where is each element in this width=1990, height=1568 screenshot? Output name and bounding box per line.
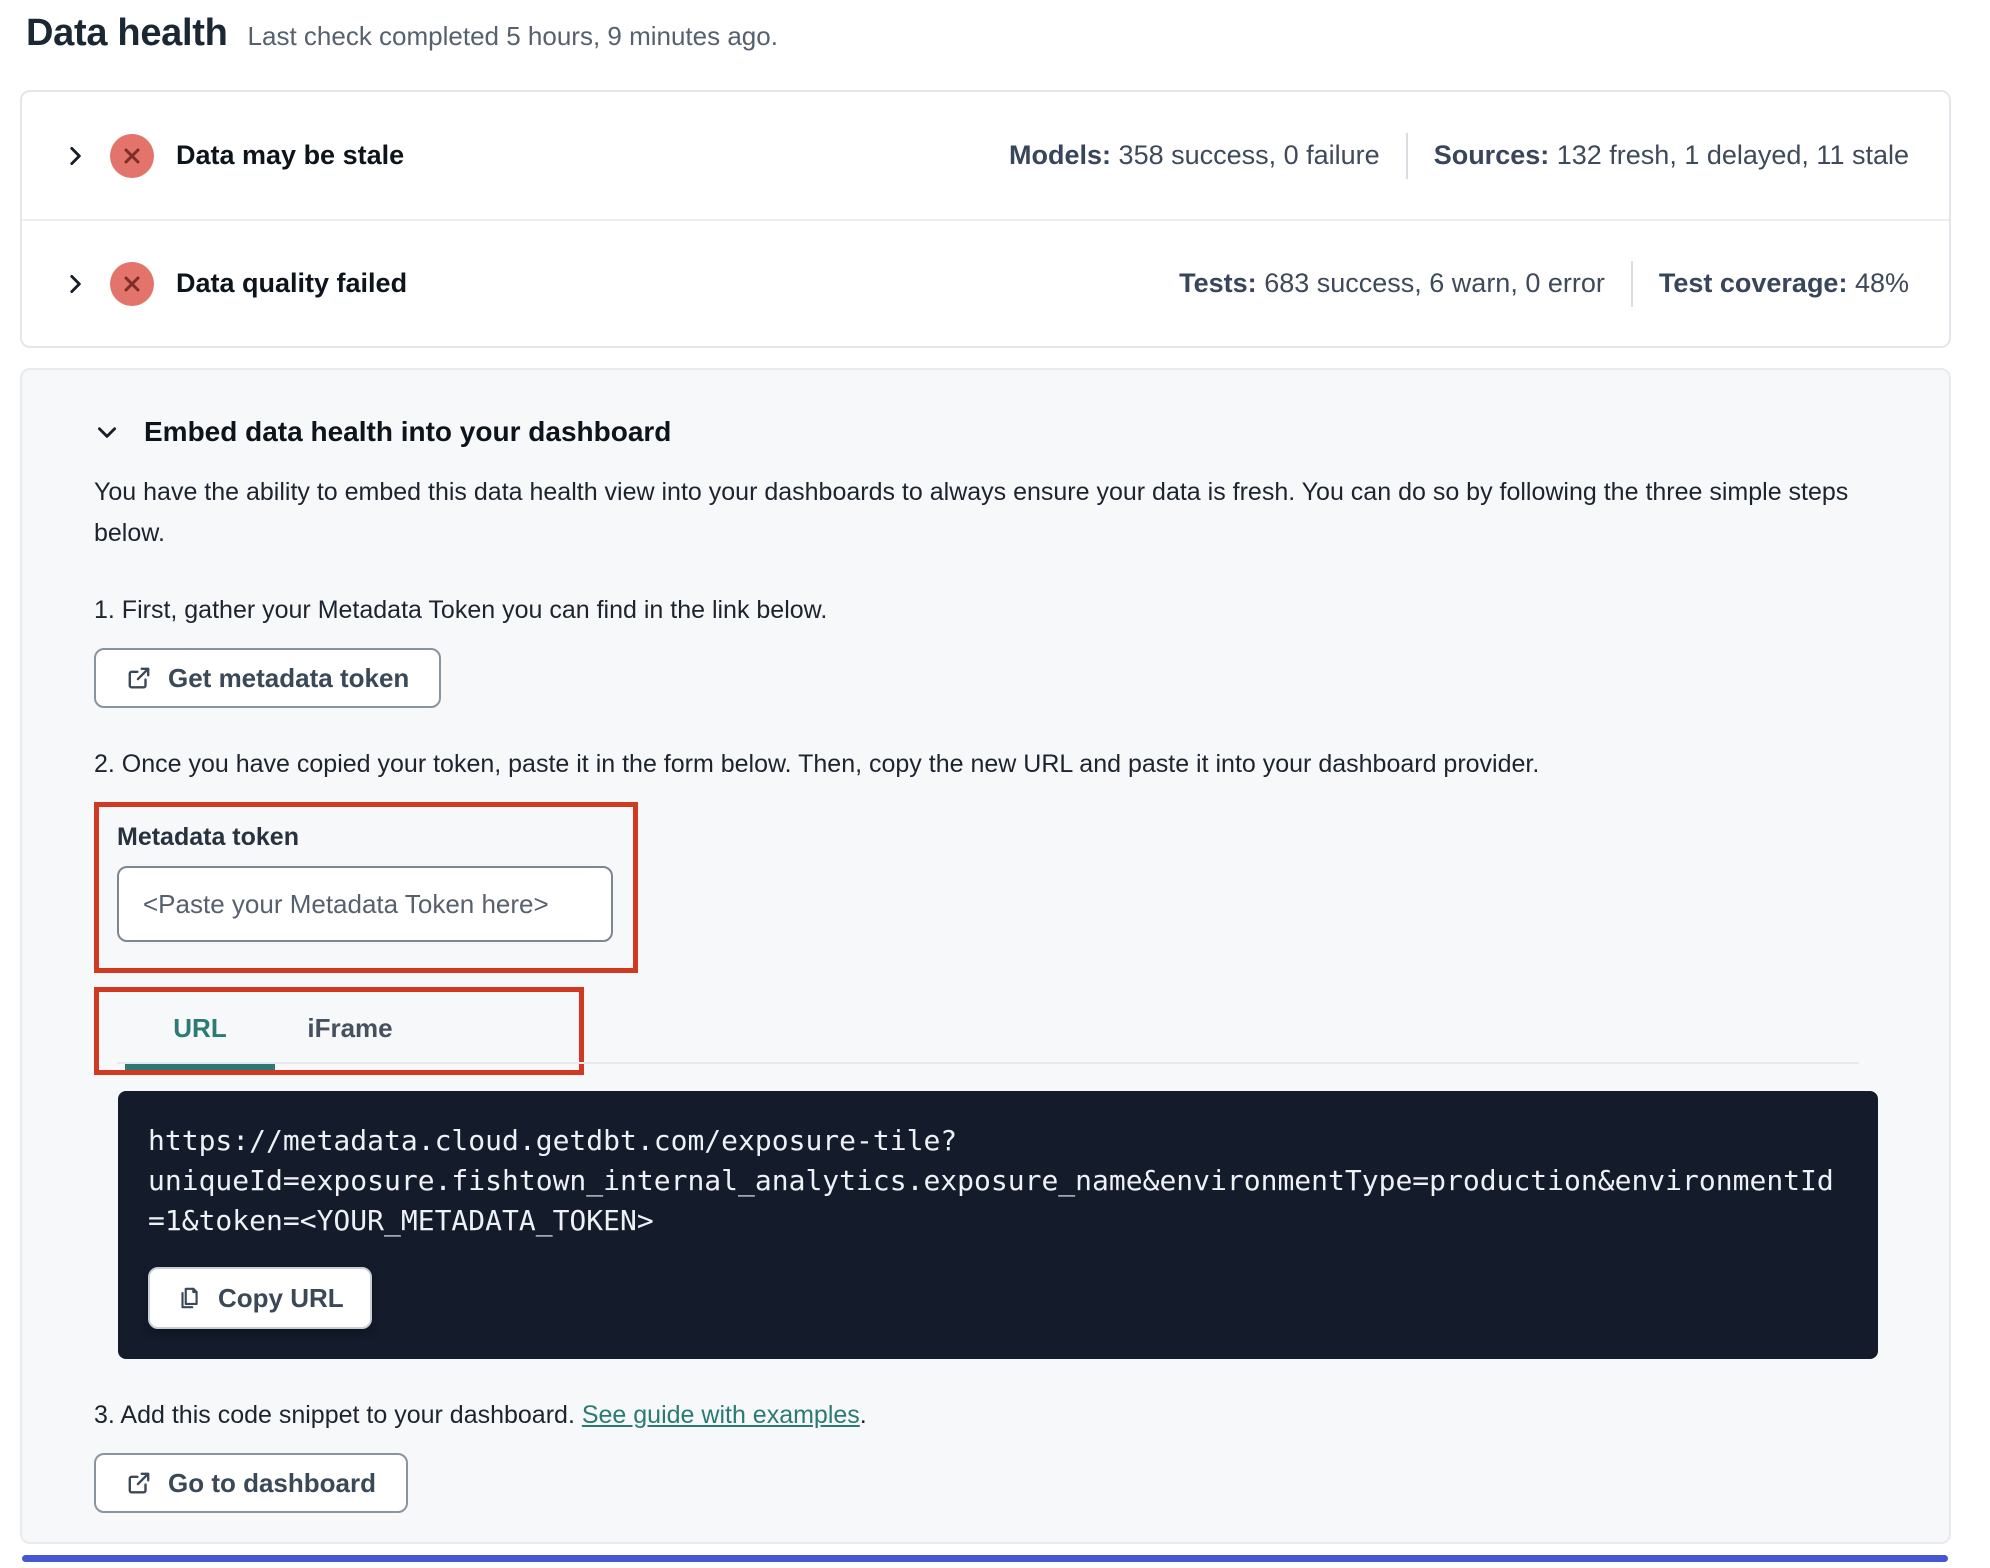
chevron-right-icon[interactable] [58, 139, 92, 173]
chevron-down-icon[interactable] [94, 419, 120, 445]
last-check-status: Last check completed 5 hours, 9 minutes … [247, 21, 778, 51]
copy-url-button[interactable]: Copy URL [148, 1267, 372, 1329]
page-title: Data health [26, 12, 228, 54]
embed-section-header[interactable]: Embed data health into your dashboard [94, 416, 1869, 448]
status-row-stats: Models: 358 success, 0 failure Sources: … [1009, 132, 1913, 179]
step3-text-after: . [859, 1401, 867, 1429]
data-health-status-card: Data may be stale Models: 358 success, 0… [20, 90, 1951, 348]
tests-stat-label: Tests: [1179, 268, 1257, 298]
tab-url[interactable]: URL [125, 992, 275, 1070]
test-coverage-stat: Test coverage: 48% [1659, 268, 1909, 299]
tab-iframe[interactable]: iFrame [275, 992, 425, 1070]
token-annotation-box: Metadata token [94, 802, 638, 973]
see-guide-link[interactable]: See guide with examples [582, 1401, 860, 1429]
status-row-title: Data quality failed [176, 268, 408, 298]
embed-section: Embed data health into your dashboard Yo… [20, 368, 1951, 1544]
embed-section-title: Embed data health into your dashboard [144, 416, 672, 447]
models-stat-value: 358 success, 0 failure [1118, 140, 1380, 170]
tests-stat-value: 683 success, 6 warn, 0 error [1264, 268, 1605, 298]
metadata-token-label: Metadata token [117, 823, 299, 851]
copy-url-label: Copy URL [218, 1282, 344, 1313]
sources-stat: Sources: 132 fresh, 1 delayed, 11 stale [1434, 140, 1909, 171]
step1-text: 1. First, gather your Metadata Token you… [94, 596, 828, 624]
external-link-icon [126, 665, 152, 691]
output-format-tabs: URL iFrame [99, 992, 579, 1070]
embed-url-text: https://metadata.cloud.getdbt.com/exposu… [148, 1124, 1834, 1237]
tabs-annotation-box: URL iFrame [94, 987, 1859, 1075]
step3-text: 3. Add this code snippet to your dashboa… [94, 1397, 1869, 1433]
get-metadata-token-label: Get metadata token [168, 662, 410, 693]
sources-stat-label: Sources: [1433, 140, 1550, 170]
copy-icon [176, 1285, 202, 1311]
metadata-token-input[interactable] [117, 866, 613, 942]
step3-text-before: 3. Add this code snippet to your dashboa… [94, 1401, 582, 1429]
models-stat-label: Models: [1009, 140, 1112, 170]
status-row-stats: Tests: 683 success, 6 warn, 0 error Test… [1179, 260, 1913, 307]
sources-stat-value: 132 fresh, 1 delayed, 11 stale [1556, 140, 1909, 170]
status-row-quality[interactable]: Data quality failed Tests: 683 success, … [22, 219, 1949, 346]
go-to-dashboard-button[interactable]: Go to dashboard [94, 1453, 408, 1513]
models-stat: Models: 358 success, 0 failure [1009, 140, 1380, 171]
status-row-stale[interactable]: Data may be stale Models: 358 success, 0… [22, 92, 1949, 219]
step2-text: 2. Once you have copied your token, past… [94, 750, 1540, 778]
tests-stat: Tests: 683 success, 6 warn, 0 error [1179, 268, 1605, 299]
embed-url-code-block: https://metadata.cloud.getdbt.com/exposu… [118, 1091, 1878, 1359]
next-section-top-edge [22, 1555, 1948, 1562]
page-header: Data health Last check completed 5 hours… [26, 12, 778, 55]
test-coverage-stat-value: 48% [1854, 268, 1909, 298]
go-to-dashboard-label: Go to dashboard [168, 1467, 376, 1498]
status-row-title: Data may be stale [176, 140, 405, 170]
stat-divider [1630, 260, 1633, 307]
stat-divider [1405, 132, 1408, 179]
test-coverage-stat-label: Test coverage: [1658, 268, 1848, 298]
x-circle-icon [110, 133, 154, 178]
x-circle-icon [110, 261, 154, 306]
chevron-right-icon[interactable] [58, 267, 92, 301]
get-metadata-token-button[interactable]: Get metadata token [94, 648, 442, 708]
embed-description: You have the ability to embed this data … [94, 478, 1849, 547]
external-link-icon [126, 1470, 152, 1496]
